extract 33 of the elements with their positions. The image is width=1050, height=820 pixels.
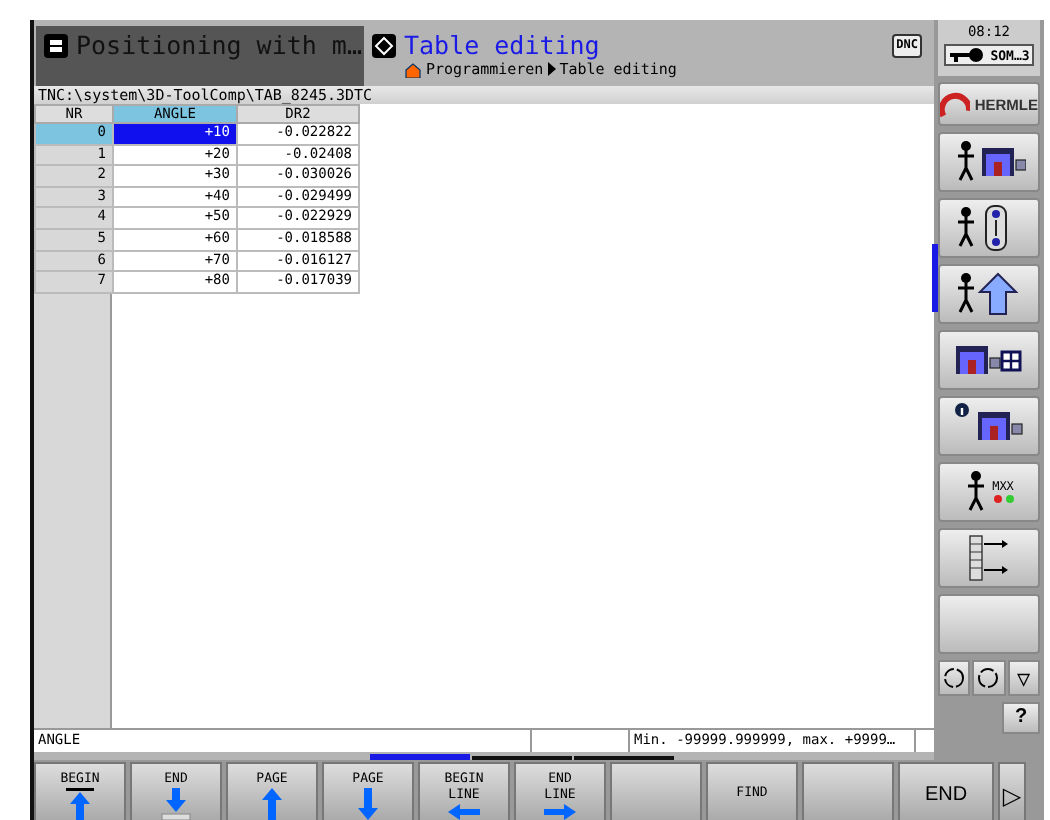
- ring-logo-icon: [940, 88, 971, 120]
- circular-arrows-icon: [976, 666, 1001, 690]
- side-softkey[interactable]: [938, 198, 1040, 258]
- help-button[interactable]: ?: [1002, 702, 1040, 734]
- person-icon: [963, 468, 987, 516]
- list-arrows-icon: [968, 534, 1010, 582]
- key-icon: [948, 46, 989, 64]
- circular-arrows-icon: [942, 666, 967, 690]
- scroll-down-button[interactable]: ▽: [1007, 660, 1040, 696]
- triangle-icon: [547, 62, 556, 76]
- softkey[interactable]: [802, 762, 894, 820]
- status-lights-icon: [991, 494, 1015, 504]
- side-softkey[interactable]: [938, 528, 1040, 588]
- arrow-icon: [60, 788, 100, 820]
- side-softkey[interactable]: [938, 132, 1040, 192]
- machine-mode-icon: [42, 32, 70, 60]
- next-softkey-row-button[interactable]: ▷: [998, 762, 1026, 820]
- scroll-indicator: [932, 244, 938, 312]
- side-softkey[interactable]: [938, 330, 1040, 390]
- softkey[interactable]: [610, 762, 702, 820]
- arrow-icon: [156, 788, 196, 820]
- side-softkey[interactable]: [938, 396, 1040, 456]
- arrow-icon: [540, 804, 580, 820]
- arrow-icon: [444, 804, 484, 820]
- mode-label: Table editing: [404, 30, 602, 60]
- end-softkey[interactable]: END: [898, 762, 994, 820]
- home-icon: [404, 61, 422, 77]
- rotate-right-button[interactable]: [972, 660, 1006, 696]
- program-mode-icon: [370, 32, 398, 60]
- rotate-left-button[interactable]: [938, 660, 971, 696]
- side-softkey[interactable]: [938, 264, 1040, 324]
- mode-label: Positioning with m…: [76, 30, 362, 60]
- person-machine-icon: [953, 138, 1025, 186]
